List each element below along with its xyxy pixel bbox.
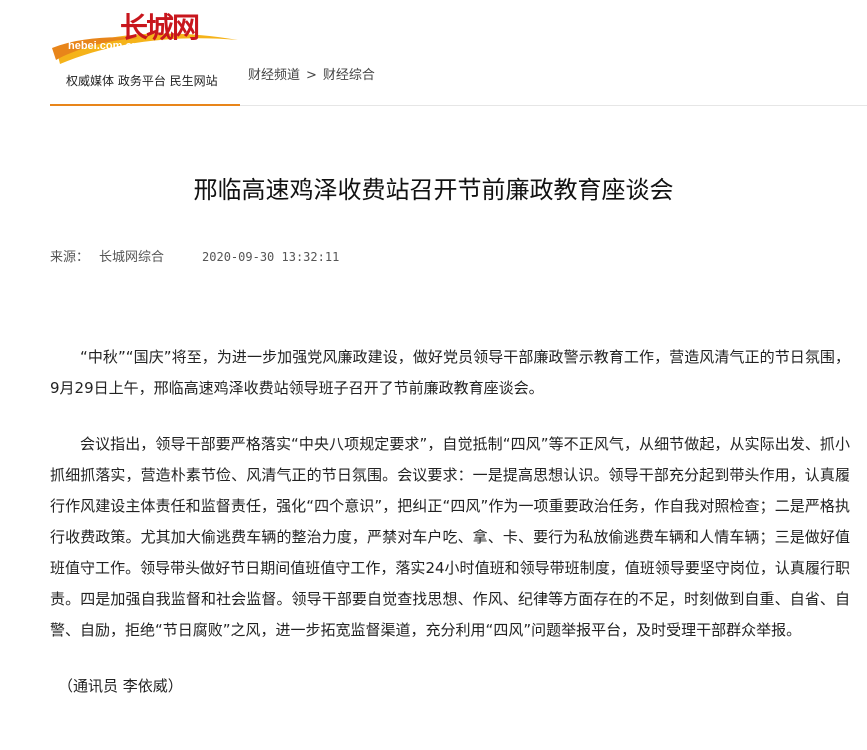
site-logo[interactable]: 长城网 hebei.com.cn 权威媒体 政务平台 民生网站: [48, 4, 243, 104]
breadcrumb-separator: >: [306, 68, 317, 83]
article-meta: 来源： 长城网综合 2020-09-30 13:32:11: [50, 246, 339, 265]
article-paragraph: 会议指出，领导干部要严格落实“中央八项规定要求”，自觉抵制“四风”等不正风气，从…: [50, 435, 850, 639]
breadcrumb-section-link[interactable]: 财经综合: [323, 68, 375, 83]
logo-domain: hebei.com.cn: [68, 40, 139, 52]
source-label: 来源：: [50, 250, 90, 265]
source-name: 长城网综合: [99, 250, 165, 265]
breadcrumb: 财经频道 > 财经综合: [248, 64, 375, 83]
article-paragraph: “中秋”“国庆”将至，为进一步加强党风廉政建设，做好党员领导干部廉政警示教育工作…: [50, 348, 850, 397]
article-title: 邢临高速鸡泽收费站召开节前廉政教育座谈会: [193, 176, 674, 204]
publish-datetime: 2020-09-30 13:32:11: [202, 250, 340, 264]
header-divider: [240, 105, 867, 106]
header-accent-rule: [50, 104, 240, 106]
article-byline: （通讯员 李依威）: [58, 677, 183, 695]
article-body: “中秋”“国庆”将至，为进一步加强党风廉政建设，做好党员领导干部廉政警示教育工作…: [50, 342, 850, 702]
site-header: 长城网 hebei.com.cn 权威媒体 政务平台 民生网站 财经频道 > 财经综…: [0, 0, 867, 106]
breadcrumb-channel-link[interactable]: 财经频道: [248, 68, 300, 83]
site-slogan: 权威媒体 政务平台 民生网站: [66, 74, 218, 88]
